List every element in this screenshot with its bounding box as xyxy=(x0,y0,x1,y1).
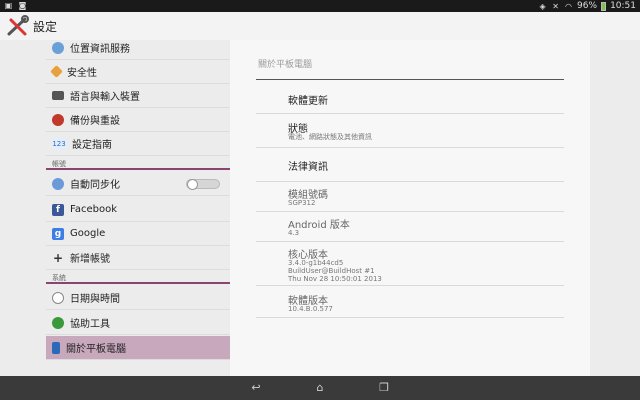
settings-sidebar: 位置資訊服務 安全性 語言與輸入裝置 備份與重設 123 設定指南 帳號 自動同… xyxy=(46,40,230,360)
clock-icon xyxy=(52,291,64,304)
navigation-bar: ↩ ⌂ ❐ xyxy=(0,376,640,400)
sidebar-item-security[interactable]: 安全性 xyxy=(46,60,230,84)
location-icon xyxy=(52,41,64,54)
home-icon[interactable]: ⌂ xyxy=(311,380,329,396)
toggle-knob xyxy=(187,179,198,190)
shield-status-icon: ◈ xyxy=(539,1,546,11)
sidebar-item-label: 位置資訊服務 xyxy=(70,44,130,55)
battery-percent: 96% xyxy=(577,1,598,11)
sidebar-item-date-time[interactable]: 日期與時間 xyxy=(46,286,230,310)
system-section-header: 系統 xyxy=(46,272,230,284)
nfc-icon: ✕ xyxy=(552,1,559,11)
sidebar-item-label: 設定指南 xyxy=(72,140,112,151)
row-android-version: Android 版本 4.3 xyxy=(256,212,564,242)
sidebar-item-label: 語言與輸入裝置 xyxy=(70,92,140,103)
tablet-icon xyxy=(52,341,60,354)
battery-icon xyxy=(601,1,607,11)
security-icon xyxy=(50,65,63,78)
camera-notification-icon: ◙ xyxy=(18,1,27,10)
wifi-icon: ◠ xyxy=(565,1,573,11)
row-software-update[interactable]: 軟體更新 xyxy=(256,80,564,114)
back-icon[interactable]: ↩ xyxy=(247,380,265,396)
row-model-number: 模組號碼 SGP312 xyxy=(256,182,564,212)
sidebar-item-label: Facebook xyxy=(70,204,117,215)
guide-icon: 123 xyxy=(52,137,66,150)
sidebar-item-label: 備份與重設 xyxy=(70,116,120,127)
row-subtitle: 10.4.B.0.577 xyxy=(288,305,333,313)
facebook-icon: f xyxy=(52,203,64,216)
settings-tools-icon[interactable] xyxy=(6,14,30,38)
row-software-version: 軟體版本 10.4.B.0.577 xyxy=(256,286,564,318)
row-subtitle: 電池、網路狀態及其他資訊 xyxy=(288,133,372,141)
sidebar-item-label: 安全性 xyxy=(67,68,97,79)
clock-time: 10:51 xyxy=(610,1,636,11)
auto-sync-toggle[interactable] xyxy=(186,179,220,190)
sidebar-item-label: 日期與時間 xyxy=(70,294,120,305)
recents-icon[interactable]: ❐ xyxy=(375,380,393,396)
about-tablet-panel: 關於平板電腦 軟體更新 狀態 電池、網路狀態及其他資訊 法律資訊 模組號碼 SG… xyxy=(230,40,590,376)
sidebar-item-backup[interactable]: 備份與重設 xyxy=(46,108,230,132)
row-title: 法律資訊 xyxy=(288,162,328,173)
row-subtitle: 4.3 xyxy=(288,229,300,237)
row-status[interactable]: 狀態 電池、網路狀態及其他資訊 xyxy=(256,114,564,148)
sidebar-item-language[interactable]: 語言與輸入裝置 xyxy=(46,84,230,108)
status-bar: ▣ ◙ ◈ ✕ ◠ 96% 10:51 xyxy=(0,0,640,12)
row-subtitle: Thu Nov 28 10:50:01 2013 xyxy=(288,275,382,283)
sidebar-item-auto-sync[interactable]: 自動同步化 xyxy=(46,172,230,196)
image-notification-icon: ▣ xyxy=(4,1,13,10)
accessibility-icon xyxy=(52,316,64,329)
sidebar-item-add-account[interactable]: + 新增帳號 xyxy=(46,246,230,270)
sidebar-item-label: Google xyxy=(70,228,106,239)
add-icon: + xyxy=(52,250,64,265)
sidebar-item-location[interactable]: 位置資訊服務 xyxy=(46,36,230,60)
sidebar-item-accessibility[interactable]: 協助工具 xyxy=(46,311,230,335)
sidebar-item-about-tablet[interactable]: 關於平板電腦 xyxy=(46,336,230,360)
backup-icon xyxy=(52,113,64,126)
google-icon: g xyxy=(52,227,64,240)
sidebar-item-label: 關於平板電腦 xyxy=(66,344,126,355)
row-title: 軟體更新 xyxy=(288,96,328,107)
sync-icon xyxy=(52,177,64,190)
sidebar-item-label: 新增帳號 xyxy=(70,254,110,265)
sidebar-item-label: 自動同步化 xyxy=(70,180,120,191)
accounts-section-header: 帳號 xyxy=(46,158,230,170)
keyboard-icon xyxy=(52,91,64,100)
sidebar-item-label: 協助工具 xyxy=(70,319,110,330)
row-subtitle: SGP312 xyxy=(288,199,316,207)
sidebar-item-google[interactable]: g Google xyxy=(46,222,230,246)
sidebar-item-facebook[interactable]: f Facebook xyxy=(46,198,230,222)
row-legal-info[interactable]: 法律資訊 xyxy=(256,148,564,182)
panel-heading: 關於平板電腦 xyxy=(258,60,313,70)
app-title: 設定 xyxy=(33,19,58,34)
sidebar-item-setup-guide[interactable]: 123 設定指南 xyxy=(46,132,230,156)
row-kernel-version: 核心版本 3.4.0-g1b44cd5 BuildUser@BuildHost … xyxy=(256,242,564,286)
